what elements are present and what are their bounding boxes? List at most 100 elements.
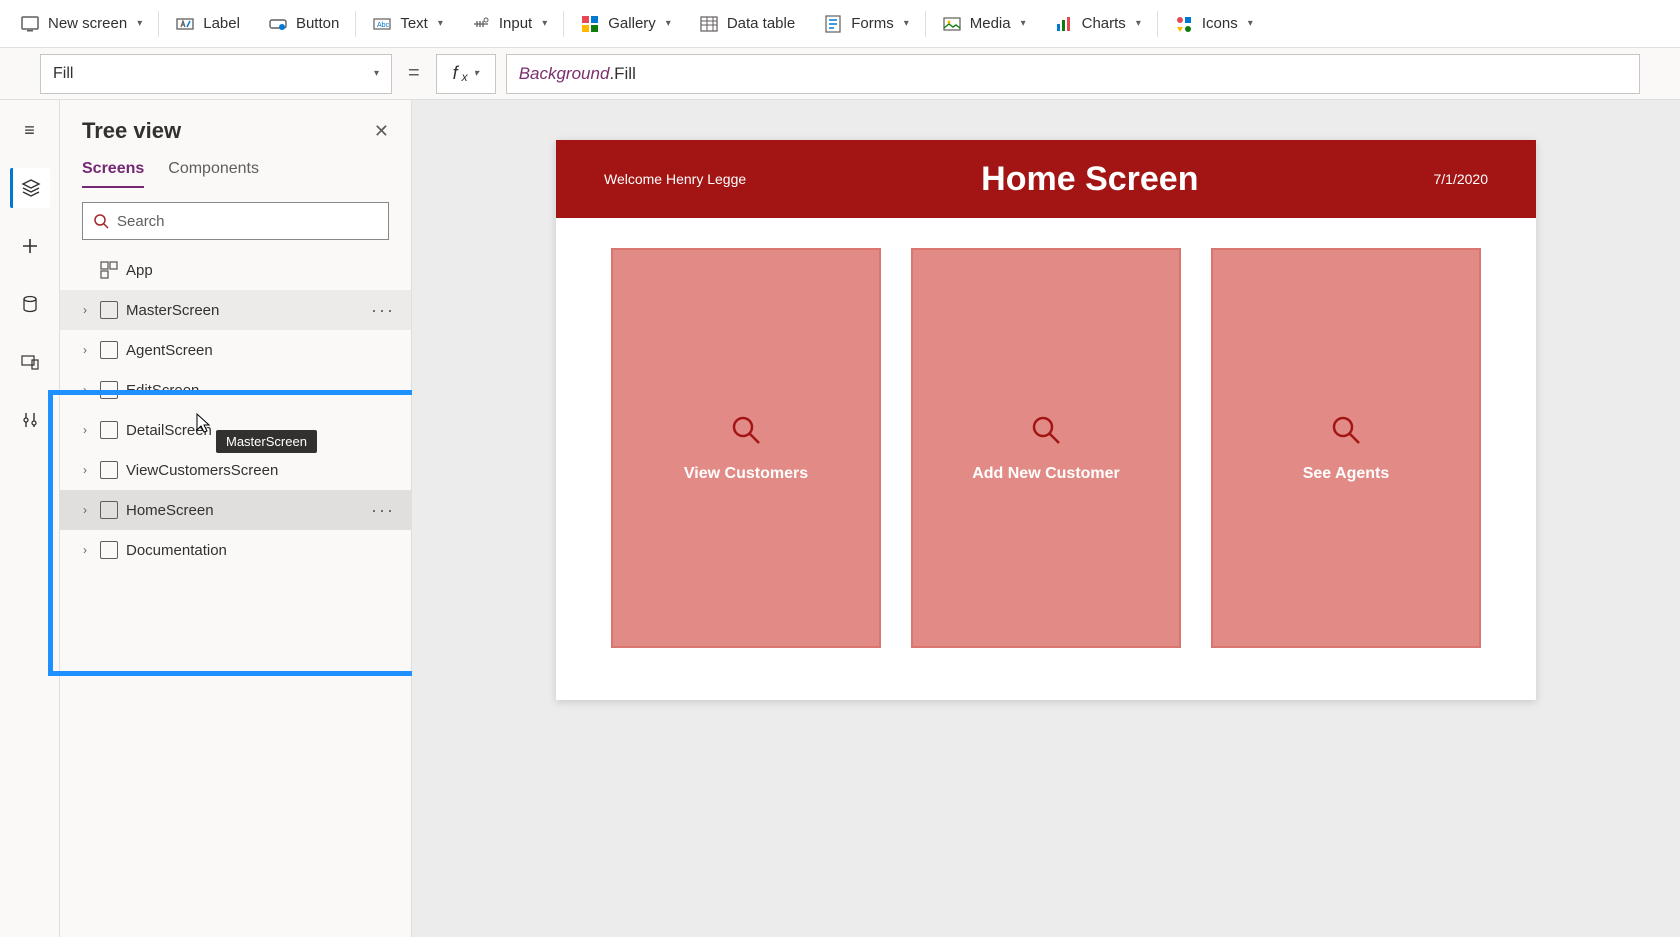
tree-node-label: MasterScreen — [126, 302, 363, 319]
expand-icon[interactable]: › — [78, 423, 92, 437]
formula-token-prop: .Fill — [609, 64, 635, 84]
expand-icon[interactable]: › — [78, 343, 92, 357]
data-table-icon — [699, 14, 719, 34]
charts-button[interactable]: Charts ▾ — [1042, 8, 1153, 40]
data-rail-button[interactable] — [10, 284, 50, 324]
tree-node-masterscreen[interactable]: › MasterScreen ··· — [60, 290, 411, 330]
chevron-down-icon: ▾ — [438, 18, 443, 29]
search-icon — [93, 213, 109, 229]
text-button[interactable]: Abc Text ▾ — [360, 8, 455, 40]
formula-bar: Fill ▾ = fx ▾ Background.Fill — [0, 48, 1680, 100]
chevron-down-icon: ▾ — [1248, 18, 1253, 29]
hamburger-button[interactable]: ≡ — [10, 110, 50, 150]
tree-node-homescreen[interactable]: › HomeScreen ··· — [60, 490, 411, 530]
left-rail: ≡ — [0, 100, 60, 937]
label-icon — [175, 14, 195, 34]
app-canvas[interactable]: Welcome Henry Legge Home Screen 7/1/2020… — [556, 140, 1536, 700]
icons-label: Icons — [1202, 15, 1238, 32]
tools-rail-button[interactable] — [10, 400, 50, 440]
gallery-button[interactable]: Gallery ▾ — [568, 8, 683, 40]
tree-view-title: Tree view — [82, 118, 181, 144]
new-screen-button[interactable]: New screen ▾ — [8, 8, 154, 40]
tile-add-new-customer[interactable]: Add New Customer — [911, 248, 1181, 648]
expand-icon[interactable]: › — [78, 303, 92, 317]
formula-input[interactable]: Background.Fill — [506, 54, 1640, 94]
tile-see-agents[interactable]: See Agents — [1211, 248, 1481, 648]
chevron-down-icon: ▾ — [1021, 18, 1026, 29]
button-icon — [268, 14, 288, 34]
tile-label: View Customers — [684, 465, 808, 483]
tree-node-label: App — [126, 262, 399, 279]
tab-components[interactable]: Components — [168, 160, 259, 188]
expand-icon[interactable]: › — [78, 503, 92, 517]
new-screen-label: New screen — [48, 15, 127, 32]
chevron-down-icon: ▾ — [474, 68, 479, 79]
tree-node-app[interactable]: App — [60, 250, 411, 290]
expand-icon[interactable]: › — [78, 543, 92, 557]
date-label: 7/1/2020 — [1433, 171, 1488, 187]
tile-view-customers[interactable]: View Customers — [611, 248, 881, 648]
icons-button[interactable]: Icons ▾ — [1162, 8, 1265, 40]
media-button[interactable]: Media ▾ — [930, 8, 1038, 40]
database-icon — [20, 294, 40, 314]
property-selector[interactable]: Fill ▾ — [40, 54, 392, 94]
fx-button[interactable]: fx ▾ — [436, 54, 496, 94]
tree-node-label: ViewCustomersScreen — [126, 462, 399, 479]
forms-button[interactable]: Forms ▾ — [811, 8, 921, 40]
expand-icon[interactable]: › — [78, 463, 92, 477]
tree-node-editscreen[interactable]: › EditScreen — [60, 370, 411, 410]
screen-icon — [100, 381, 118, 399]
charts-label: Charts — [1082, 15, 1126, 32]
search-icon — [729, 413, 763, 447]
tree-node-documentation[interactable]: › Documentation — [60, 530, 411, 570]
button-label: Button — [296, 15, 339, 32]
tooltip: MasterScreen — [216, 430, 317, 453]
plus-icon — [20, 236, 40, 256]
tree-node-label: Documentation — [126, 542, 399, 559]
screen-icon — [100, 461, 118, 479]
button-button[interactable]: Button — [256, 8, 351, 40]
more-options-button[interactable]: ··· — [371, 300, 399, 321]
input-label: Input — [499, 15, 532, 32]
tree-view-rail-button[interactable] — [10, 168, 50, 208]
label-button[interactable]: Label — [163, 8, 252, 40]
insert-ribbon: New screen ▾ Label Button Abc Text ▾ Inp… — [0, 0, 1680, 48]
tree-list: App › MasterScreen ··· › AgentScreen › E… — [60, 250, 411, 570]
chevron-down-icon: ▾ — [374, 68, 379, 79]
tree-node-agentscreen[interactable]: › AgentScreen — [60, 330, 411, 370]
formula-token-ref: Background — [519, 64, 610, 84]
screen-title: Home Screen — [981, 160, 1198, 199]
search-placeholder: Search — [117, 213, 165, 230]
gallery-icon — [580, 14, 600, 34]
screen-icon — [100, 301, 118, 319]
devices-icon — [20, 352, 40, 372]
text-label: Text — [400, 15, 428, 32]
svg-text:Abc: Abc — [377, 22, 390, 29]
gallery-label: Gallery — [608, 15, 656, 32]
media-label: Media — [970, 15, 1011, 32]
insert-rail-button[interactable] — [10, 226, 50, 266]
canvas-area: Welcome Henry Legge Home Screen 7/1/2020… — [412, 100, 1680, 937]
chevron-down-icon: ▾ — [666, 18, 671, 29]
tree-view-panel: Tree view ✕ Screens Components Search Ap… — [60, 100, 412, 937]
tab-screens[interactable]: Screens — [82, 160, 144, 188]
tree-node-viewcustomersscreen[interactable]: › ViewCustomersScreen — [60, 450, 411, 490]
search-icon — [1329, 413, 1363, 447]
input-button[interactable]: Input ▾ — [459, 8, 559, 40]
data-table-button[interactable]: Data table — [687, 8, 807, 40]
icons-icon — [1174, 14, 1194, 34]
equals-sign: = — [408, 62, 420, 85]
close-panel-button[interactable]: ✕ — [374, 121, 389, 142]
tiles-container: View Customers Add New Customer See Agen… — [556, 218, 1536, 678]
input-icon — [471, 14, 491, 34]
screen-icon — [100, 341, 118, 359]
app-header: Welcome Henry Legge Home Screen 7/1/2020 — [556, 140, 1536, 218]
expand-icon[interactable]: › — [78, 383, 92, 397]
media-rail-button[interactable] — [10, 342, 50, 382]
more-options-button[interactable]: ··· — [371, 500, 399, 521]
chevron-down-icon: ▾ — [137, 18, 142, 29]
app-icon — [100, 261, 118, 279]
tile-label: Add New Customer — [972, 465, 1120, 483]
search-input[interactable]: Search — [82, 202, 389, 240]
label-label: Label — [203, 15, 240, 32]
